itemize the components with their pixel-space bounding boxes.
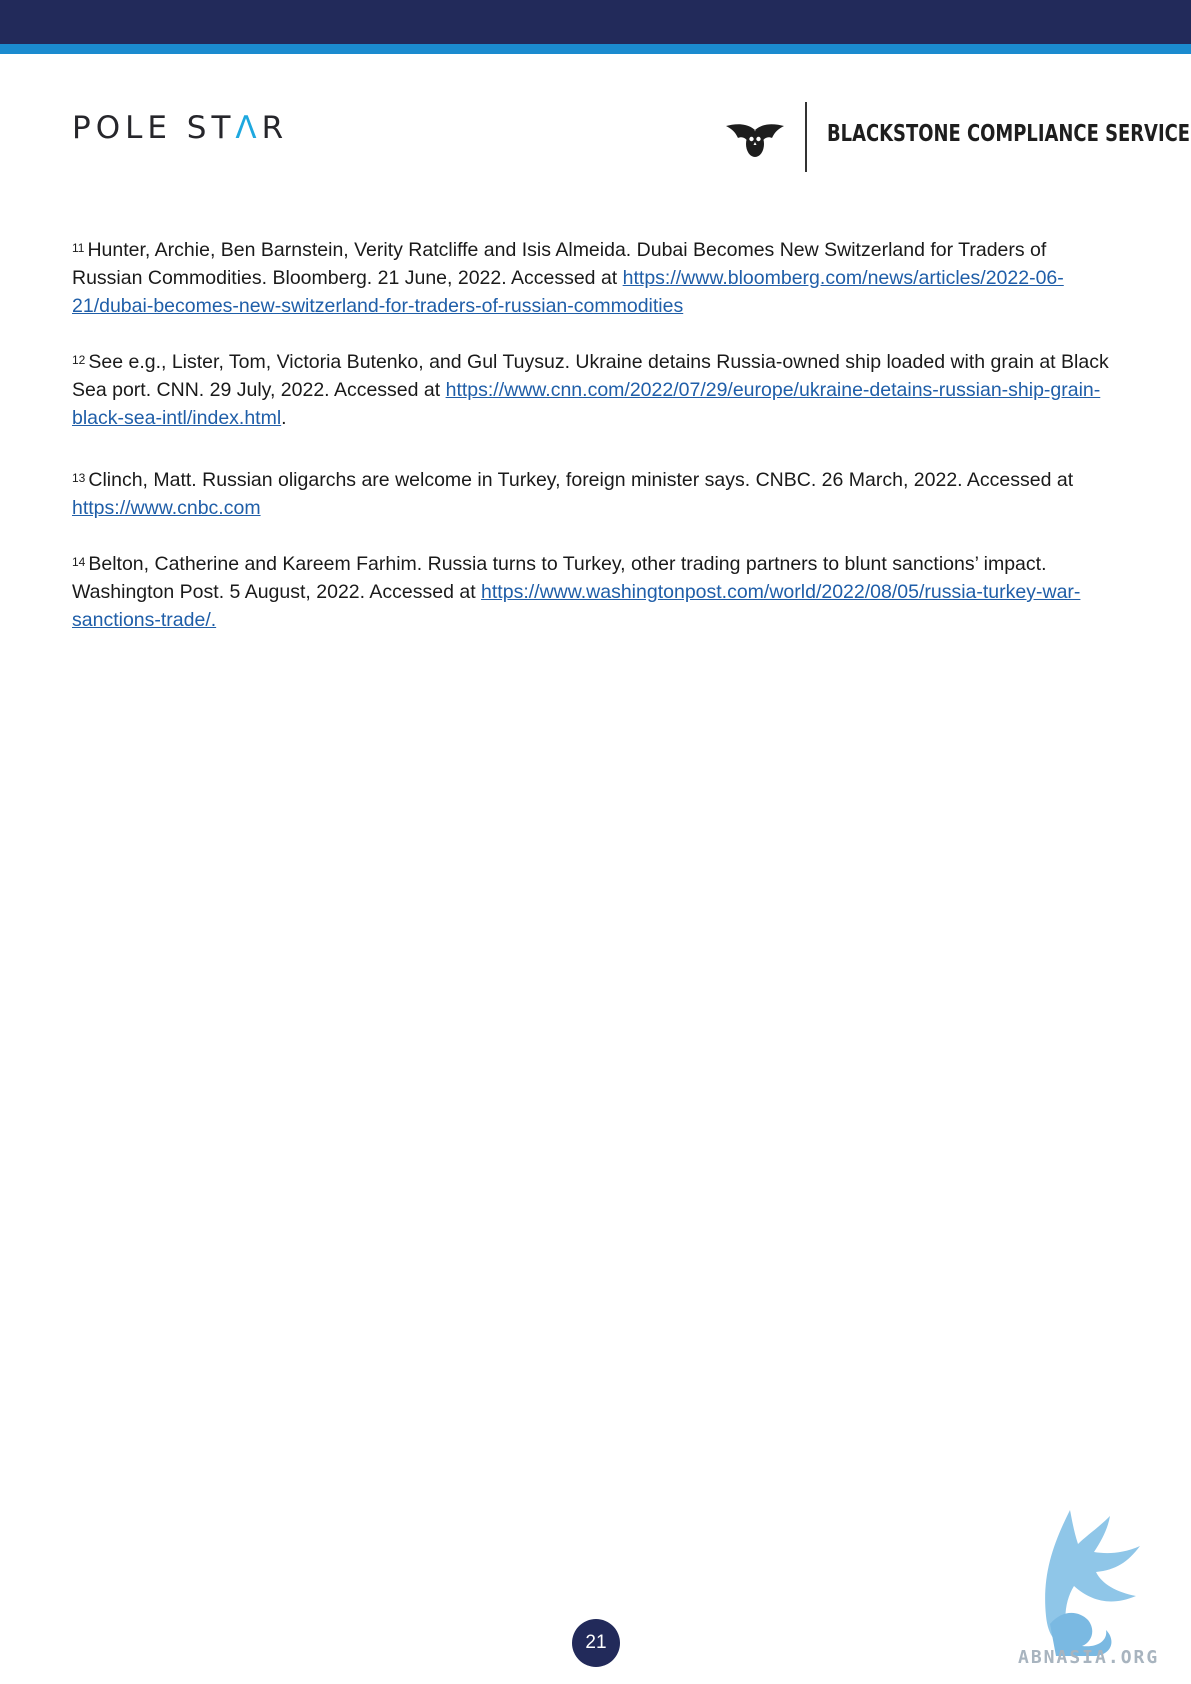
reference-item: 12 See e.g., Lister, Tom, Victoria Butenk… — [72, 348, 1112, 432]
page-number-badge: 21 — [572, 1619, 620, 1667]
owl-icon — [726, 124, 784, 157]
reference-item: 11 Hunter, Archie, Ben Barnstein, Verity … — [72, 236, 1112, 320]
watermark-text: ABNASIA.ORG — [1018, 1647, 1160, 1668]
header-bar — [0, 0, 1191, 44]
pole-star-logo-accent: Λ — [235, 110, 262, 146]
reference-number: 12 — [72, 353, 86, 367]
header-divider — [805, 102, 807, 172]
reference-number: 13 — [72, 471, 86, 485]
pole-star-logo-end: R — [261, 110, 289, 146]
blackstone-logo-text: BLACKSTONE COMPLIANCE SERVICES — [827, 121, 1191, 147]
reference-item: 14 Belton, Catherine and Kareem Farhim. R… — [72, 550, 1112, 634]
reference-item: 13 Clinch, Matt. Russian oligarchs are we… — [72, 466, 1112, 522]
pole-star-logo: POLE STΛR — [72, 110, 288, 146]
griffin-watermark-icon — [1045, 1510, 1140, 1656]
header-stripe — [0, 44, 1191, 54]
reference-number: 11 — [72, 241, 85, 255]
reference-text: Clinch, Matt. Russian oligarchs are welc… — [88, 469, 1074, 491]
reference-number: 14 — [72, 555, 86, 569]
reference-trailing: . — [281, 407, 287, 429]
pole-star-logo-main: POLE ST — [72, 110, 236, 146]
reference-link[interactable]: https://www.cnbc.com — [72, 497, 261, 519]
references-list: 11 Hunter, Archie, Ben Barnstein, Verity … — [72, 236, 1112, 634]
